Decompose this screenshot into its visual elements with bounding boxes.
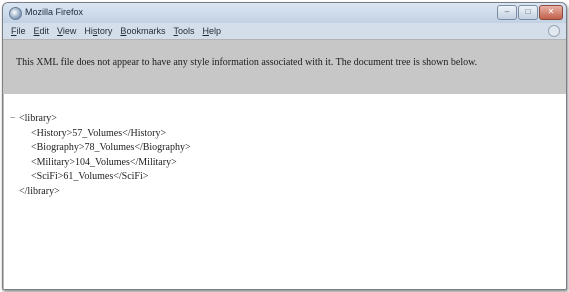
page-content: − <library> <History>57_Volumes</History>… xyxy=(3,94,566,289)
xml-root-close-tag: </library> xyxy=(19,185,60,197)
xml-node: <History>57_Volumes</History> xyxy=(10,127,191,142)
xml-node: <Biography>78_Volumes</Biography> xyxy=(10,141,191,156)
xml-root-close-line: </library> xyxy=(10,185,191,200)
collapse-toggle-icon[interactable]: − xyxy=(10,112,19,127)
firefox-icon xyxy=(9,7,22,20)
menu-edit[interactable]: Edit xyxy=(34,26,50,36)
xml-root-open-tag: <library> xyxy=(19,113,57,124)
menu-bar: File Edit View History Bookmarks Tools H… xyxy=(3,23,566,39)
xml-node: <Military>104_Volumes</Military> xyxy=(10,156,191,171)
xml-tree: − <library> <History>57_Volumes</History>… xyxy=(10,112,191,199)
menu-view[interactable]: View xyxy=(57,26,76,36)
xml-node: <SciFi>61_Volumes</SciFi> xyxy=(10,170,191,185)
menu-file[interactable]: File xyxy=(11,26,26,36)
close-button[interactable]: ✕ xyxy=(539,5,563,20)
maximize-button[interactable]: □ xyxy=(518,5,538,20)
window-controls: – □ ✕ xyxy=(497,5,563,20)
browser-window: Mozilla Firefox – □ ✕ File Edit View His… xyxy=(2,2,567,290)
menu-help[interactable]: Help xyxy=(202,26,221,36)
menu-tools[interactable]: Tools xyxy=(173,26,194,36)
xml-root-open-line: − <library> xyxy=(10,112,191,127)
minimize-button[interactable]: – xyxy=(497,5,517,20)
window-title: Mozilla Firefox xyxy=(25,7,84,17)
xml-info-bar: This XML file does not appear to have an… xyxy=(3,39,566,95)
menu-bookmarks[interactable]: Bookmarks xyxy=(120,26,165,36)
xml-node-text: <Biography>78_Volumes</Biography> xyxy=(31,142,191,153)
xml-node-text: <History>57_Volumes</History> xyxy=(31,127,167,139)
throbber-icon xyxy=(548,25,560,37)
info-message: This XML file does not appear to have an… xyxy=(16,57,478,68)
xml-node-text: <Military>104_Volumes</Military> xyxy=(31,156,177,168)
menu-history[interactable]: History xyxy=(84,26,112,36)
xml-node-text: <SciFi>61_Volumes</SciFi> xyxy=(31,171,149,182)
title-bar[interactable]: Mozilla Firefox – □ ✕ xyxy=(3,3,566,23)
